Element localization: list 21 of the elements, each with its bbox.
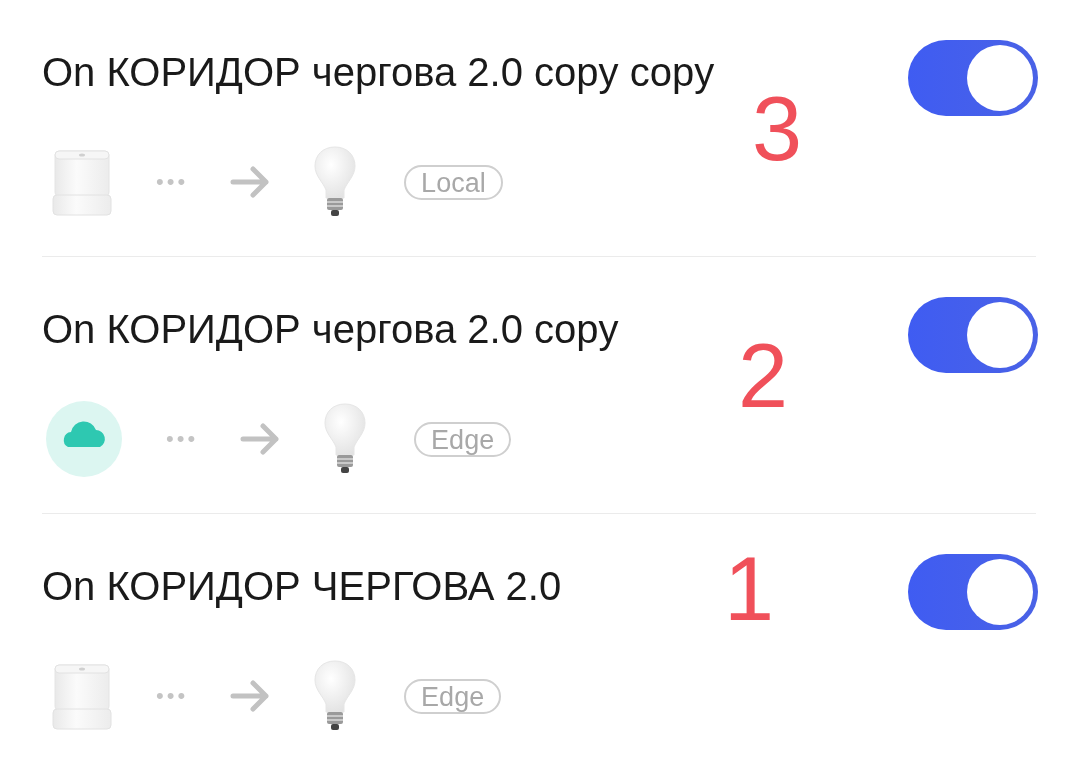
annotation-number: 2 [738,331,789,421]
ellipsis-text: ••• [156,169,189,195]
light-bulb-icon [314,146,357,218]
right-arrow-icon [230,166,271,198]
automation-title: On КОРИДОР чергова 2.0 copy [42,307,619,351]
annotation-number: 3 [752,84,803,174]
motion-sensor-icon [52,661,112,731]
automation-title: On КОРИДОР чергова 2.0 copy copy [42,50,715,94]
ellipsis-text: ••• [156,683,189,709]
cloud-icon [46,401,122,477]
mode-tag: Local [404,164,503,200]
annotation-number: 1 [724,544,775,634]
right-arrow-icon [230,680,271,712]
automation-title: On КОРИДОР ЧЕРГОВА 2.0 [42,564,562,608]
motion-sensor-icon [52,147,112,217]
light-bulb-icon [324,403,367,475]
mode-tag: Edge [414,421,512,457]
light-bulb-icon [314,660,357,732]
right-arrow-icon [240,423,281,455]
mode-tag: Edge [404,678,502,714]
ellipsis-text: ••• [166,426,199,452]
